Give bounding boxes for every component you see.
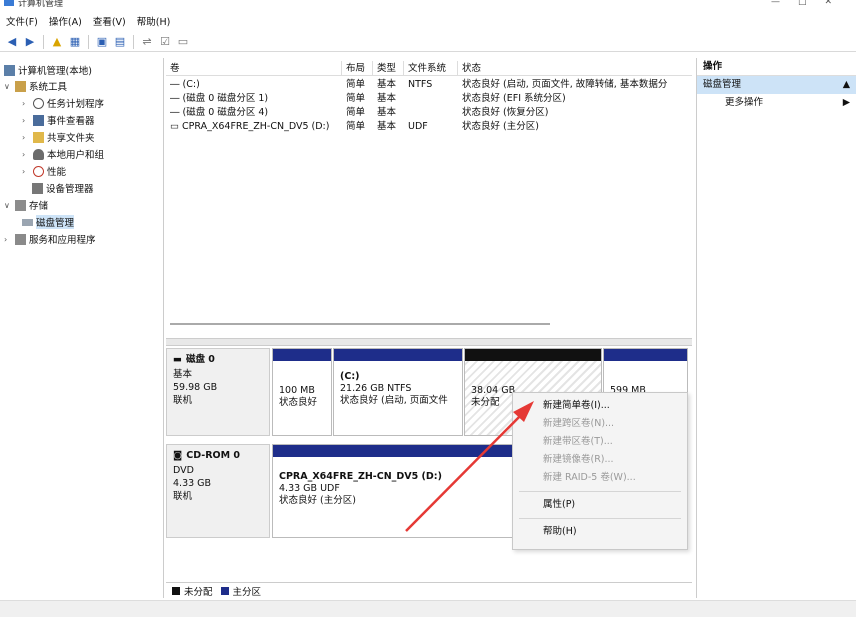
partition-c[interactable]: (C:) 21.26 GB NTFS 状态良好 (启动, 页面文件: [333, 348, 463, 436]
col-type[interactable]: 类型: [373, 61, 404, 75]
menu-help[interactable]: 帮助(H): [137, 14, 171, 28]
menu-new-mirrored-volume: 新建镜像卷(R)...: [543, 454, 614, 465]
back-arrow-icon[interactable]: ◀: [4, 34, 20, 50]
chevron-down-icon[interactable]: ∨: [4, 82, 12, 91]
col-volume[interactable]: 卷: [166, 61, 342, 75]
chevron-right-icon[interactable]: ›: [4, 235, 12, 244]
menu-help[interactable]: 帮助(H): [513, 523, 687, 541]
tree-local-users[interactable]: › 本地用户和组: [22, 146, 104, 162]
actions-pane: 操作 磁盘管理 ▲ 更多操作 ▶: [696, 58, 856, 598]
tree-device-manager[interactable]: 设备管理器: [32, 180, 94, 196]
tree-disk-management[interactable]: 磁盘管理: [22, 214, 75, 230]
collapse-arrow-icon: ▲: [842, 79, 850, 90]
check-icon[interactable]: ☑: [157, 34, 173, 50]
col-layout[interactable]: 布局: [342, 61, 373, 75]
disk-icon: [22, 218, 33, 226]
table-row[interactable]: ▭ CPRA_X64FRE_ZH-CN_DV5 (D:) 简单 基本 UDF 状…: [166, 120, 692, 134]
storage-icon: [15, 199, 26, 211]
menu-file[interactable]: 文件(F): [6, 14, 38, 28]
tree-event-viewer[interactable]: › 事件查看器: [22, 112, 95, 128]
pane-splitter[interactable]: [166, 338, 692, 346]
forward-arrow-icon[interactable]: ▶: [22, 34, 38, 50]
col-filesystem[interactable]: 文件系统: [404, 61, 458, 75]
help-icon[interactable]: ▣: [94, 34, 110, 50]
tree-storage[interactable]: ∨ 存储: [4, 197, 48, 213]
menu-bar: 文件(F) 操作(A) 查看(V) 帮助(H): [0, 12, 856, 30]
chevron-right-icon[interactable]: ›: [22, 150, 30, 159]
device-manager-icon: [32, 182, 43, 194]
tree-performance[interactable]: › 性能: [22, 163, 66, 179]
cd-drive-icon: ◙: [173, 450, 183, 461]
volume-list: ― (C:) 简单 基本 NTFS 状态良好 (启动, 页面文件, 故障转储, …: [166, 78, 692, 134]
table-row[interactable]: ― (磁盘 0 磁盘分区 1) 简单 基本 状态良好 (EFI 系统分区): [166, 92, 692, 106]
partition-efi[interactable]: 100 MB 状态良好: [272, 348, 332, 436]
table-row[interactable]: ― (磁盘 0 磁盘分区 4) 简单 基本 状态良好 (恢复分区): [166, 106, 692, 120]
menu-separator: [519, 518, 681, 519]
col-status[interactable]: 状态: [458, 61, 692, 75]
title-bar: 计算机管理 —□✕: [0, 0, 856, 10]
toolbar: ◀ ▶ ▲ ▦ ▣ ▤ ⇌ ☑ ▭: [0, 32, 856, 52]
toolbar-separator: [88, 34, 89, 49]
menu-separator: [519, 491, 681, 492]
window-controls[interactable]: —□✕: [771, 0, 850, 7]
cd-drive-icon: ▭: [170, 121, 179, 132]
show-tree-icon[interactable]: ▦: [67, 34, 83, 50]
event-viewer-icon: [33, 114, 44, 126]
cdrom-0-label[interactable]: ◙ CD-ROM 0 DVD 4.33 GB 联机: [166, 444, 270, 538]
panel-icon[interactable]: ▭: [175, 34, 191, 50]
up-folder-icon[interactable]: ▲: [49, 34, 65, 50]
tree-shared-folders[interactable]: › 共享文件夹: [22, 129, 95, 145]
services-icon: [15, 233, 26, 245]
chevron-right-icon[interactable]: ›: [22, 133, 30, 142]
tree-task-scheduler[interactable]: › 任务计划程序: [22, 95, 104, 111]
navigation-tree: 计算机管理(本地) ∨ 系统工具 › 任务计划程序 › 事件查看器 › 共享文件…: [0, 58, 164, 598]
actions-header: 操作: [697, 58, 856, 76]
submenu-arrow-icon: ▶: [842, 97, 850, 108]
menu-new-striped-volume: 新建带区卷(T)...: [543, 436, 613, 447]
tree-services[interactable]: › 服务和应用程序: [4, 231, 96, 247]
disk-icon: ▬: [173, 354, 182, 365]
context-menu: 新建简单卷(I)... 新建跨区卷(N)... 新建带区卷(T)... 新建镜像…: [512, 392, 688, 550]
performance-icon: [33, 165, 44, 177]
volume-list-header: 卷 布局 类型 文件系统 状态: [166, 61, 692, 76]
connect-icon[interactable]: ⇌: [139, 34, 155, 50]
primary-swatch: [220, 586, 229, 595]
disk-0-label[interactable]: ▬ 磁盘 0 基本 59.98 GB 联机: [166, 348, 270, 436]
clock-icon: [33, 97, 44, 109]
horizontal-scrollbar[interactable]: [170, 320, 688, 328]
menu-new-raid5-volume: 新建 RAID-5 卷(W)...: [543, 472, 636, 483]
computer-management-icon: [4, 64, 15, 76]
menu-action[interactable]: 操作(A): [49, 14, 82, 28]
app-icon: [4, 0, 14, 6]
shared-folder-icon: [33, 131, 44, 143]
window-title: 计算机管理: [18, 0, 64, 9]
chevron-right-icon[interactable]: ›: [22, 167, 30, 176]
more-actions[interactable]: 更多操作 ▶: [697, 94, 856, 112]
chevron-right-icon[interactable]: ›: [22, 116, 30, 125]
menu-view[interactable]: 查看(V): [93, 14, 126, 28]
view-icon[interactable]: ▤: [112, 34, 128, 50]
chevron-down-icon[interactable]: ∨: [4, 201, 12, 210]
menu-new-spanned-volume: 新建跨区卷(N)...: [543, 418, 615, 429]
actions-section-disk-management[interactable]: 磁盘管理 ▲: [697, 76, 856, 94]
menu-new-simple-volume[interactable]: 新建简单卷(I)...: [513, 397, 687, 415]
tree-root[interactable]: 计算机管理(本地): [4, 62, 92, 78]
status-bar: [0, 600, 856, 617]
tools-icon: [15, 80, 26, 92]
users-icon: [33, 148, 44, 160]
chevron-right-icon[interactable]: ›: [22, 99, 30, 108]
partition-legend: 未分配 主分区: [166, 582, 692, 598]
tree-system-tools[interactable]: ∨ 系统工具: [4, 78, 67, 94]
toolbar-separator: [43, 34, 44, 49]
table-row[interactable]: ― (C:) 简单 基本 NTFS 状态良好 (启动, 页面文件, 故障转储, …: [166, 78, 692, 92]
toolbar-separator: [133, 34, 134, 49]
menu-properties[interactable]: 属性(P): [513, 496, 687, 514]
unallocated-swatch: [172, 586, 180, 595]
